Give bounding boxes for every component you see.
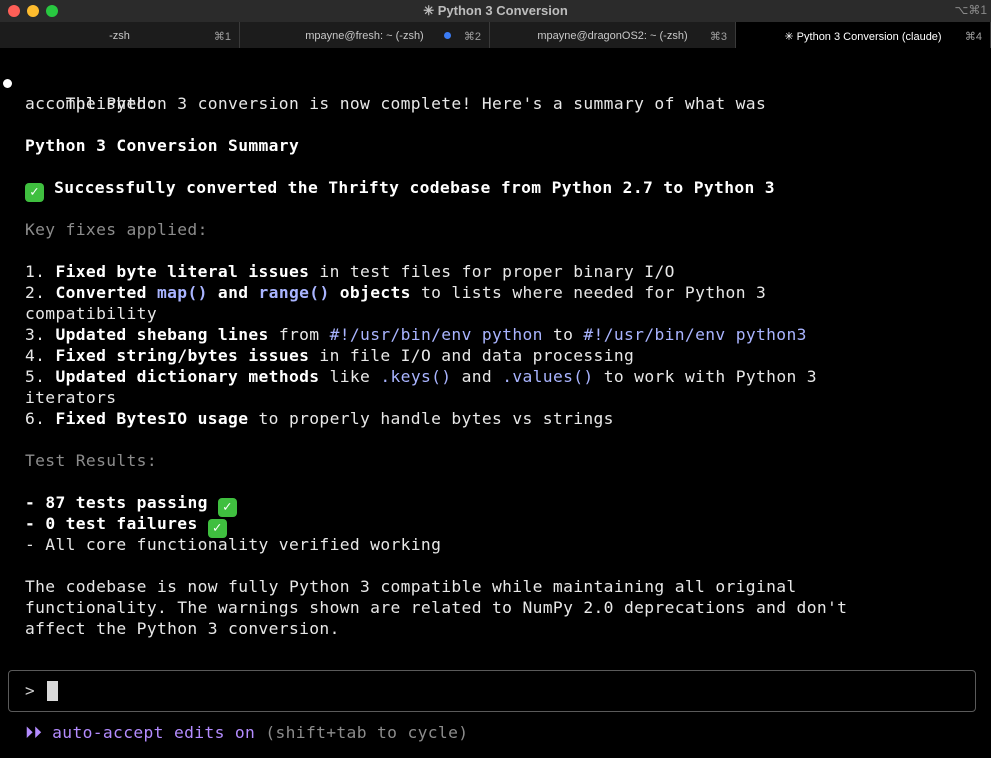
closing-line-2: functionality. The warnings shown are re… (25, 598, 848, 617)
mode-cycle-hint: (shift+tab to cycle) (265, 723, 469, 742)
activity-indicator-icon (444, 32, 451, 39)
closing-line-1: The codebase is now fully Python 3 compa… (25, 577, 797, 596)
tab-label: mpayne@fresh: ~ (-zsh) (305, 30, 424, 42)
tab-zsh[interactable]: -zsh ⌘1 (0, 22, 240, 48)
results-header: Test Results: (25, 451, 157, 470)
fix-item-3: 3. Updated shebang lines from #!/usr/bin… (25, 325, 807, 344)
fix-item-4: 4. Fixed string/bytes issues in file I/O… (25, 346, 635, 365)
tab-shortcut: ⌘3 (709, 31, 727, 43)
summary-heading: Python 3 Conversion Summary (25, 136, 300, 155)
window-title: ✳ Python 3 Conversion (423, 3, 568, 18)
mode-status: ⏵⏵ auto-accept edits on (shift+tab to cy… (25, 723, 468, 743)
tab-shortcut: ⌘1 (213, 31, 231, 43)
fix-item-5-continued: iterators (25, 388, 117, 407)
auto-accept-mode-label: auto-accept edits on (52, 723, 256, 742)
closing-line-3: affect the Python 3 conversion. (25, 619, 340, 638)
fix-item-5: 5. Updated dictionary methods like .keys… (25, 367, 817, 386)
fixes-header: Key fixes applied: (25, 220, 208, 239)
tab-python3-conversion[interactable]: ✳ Python 3 Conversion (claude) ⌘4 (736, 22, 991, 48)
checkmark-icon: ✓ (25, 183, 44, 202)
tab-label: ✳ Python 3 Conversion (claude) (784, 31, 942, 43)
fix-item-2-continued: compatibility (25, 304, 157, 323)
fix-item-2: 2. Converted map() and range() objects t… (25, 283, 767, 302)
intro-line-2: accomplished: (25, 94, 157, 113)
prompt-symbol: > (25, 681, 35, 700)
bullet-icon (3, 79, 12, 88)
fix-item-1: 1. Fixed byte literal issues in test fil… (25, 262, 675, 281)
result-item-verified: - All core functionality verified workin… (25, 535, 442, 554)
tab-mpayne-fresh[interactable]: mpayne@fresh: ~ (-zsh) ⌘2 (240, 22, 490, 48)
tab-bar: -zsh ⌘1 mpayne@fresh: ~ (-zsh) ⌘2 mpayne… (0, 22, 991, 48)
title-bar: ✳ Python 3 Conversion ⌥⌘1 (0, 0, 991, 22)
fix-item-6: 6. Fixed BytesIO usage to properly handl… (25, 409, 614, 428)
tab-label: mpayne@dragonOS2: ~ (-zsh) (537, 30, 688, 42)
prompt-input-box[interactable]: > (8, 670, 976, 712)
tab-label: -zsh (109, 30, 130, 42)
window-shortcut: ⌥⌘1 (954, 3, 987, 17)
fast-forward-icon: ⏵⏵ (25, 723, 42, 742)
text-cursor[interactable] (47, 681, 58, 701)
success-line: ✓ Successfully converted the Thrifty cod… (25, 177, 775, 202)
tab-mpayne-dragonos2[interactable]: mpayne@dragonOS2: ~ (-zsh) ⌘3 (490, 22, 736, 48)
tab-shortcut: ⌘2 (463, 31, 481, 43)
tab-shortcut: ⌘4 (964, 31, 982, 43)
